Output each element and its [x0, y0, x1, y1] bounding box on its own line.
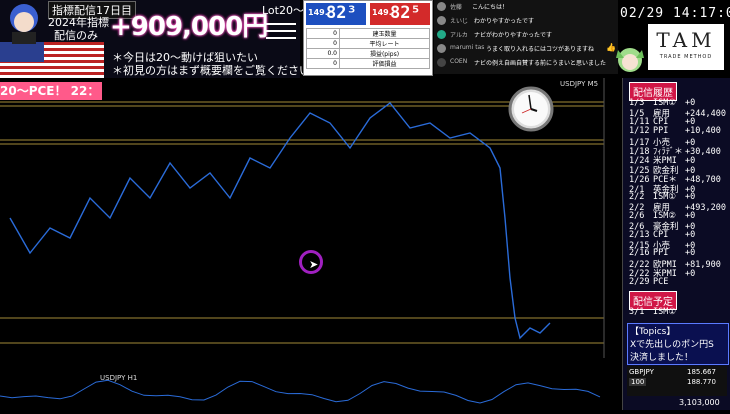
- logo-subtitle: TRADE METHOD: [659, 54, 713, 60]
- topics-title: 【Topics】: [630, 327, 676, 337]
- table-row: 0 評価損益: [306, 58, 430, 69]
- table-row: 0.0 損益(pips): [306, 48, 430, 59]
- live-chat: 佐藤 こんにちは！ えいじ わかりやすかったです アルカ ナビがわかりやすかったです …: [434, 0, 618, 74]
- topics-line: 決済しました！: [630, 353, 694, 363]
- sub-chart-canvas: [0, 379, 601, 404]
- event-date: 3/1: [629, 307, 645, 317]
- bid-button[interactable]: 149. 82³: [306, 3, 366, 25]
- user-avatar: [437, 58, 446, 67]
- lot-label: Lot20〜: [262, 4, 304, 17]
- chat-text: わかりやすかったです: [474, 18, 535, 25]
- total-pnl: +909,000円: [110, 12, 268, 42]
- sub-price-series: [0, 379, 601, 404]
- account-balance: 3,103,000: [679, 398, 720, 407]
- event-pnl: +0: [685, 269, 696, 280]
- row-label: 建玉数量: [339, 28, 430, 39]
- menu-icon: [266, 18, 296, 42]
- rate-panel: 149. 82³ 149. 82⁵ 0 建玉数量 0 平均レート 0.0 損益(pip…: [303, 0, 433, 76]
- chat-author: 佐藤: [450, 4, 463, 11]
- row-value: 0: [306, 28, 340, 39]
- date-time-display: 02/29 14:17:02: [620, 6, 730, 21]
- us-flag-image: [0, 42, 104, 78]
- row-label: 評価損益: [339, 58, 430, 69]
- clock-icon: [508, 86, 554, 132]
- event-date: 2/29: [629, 276, 650, 287]
- tam-logo: TAM TRADE METHOD: [648, 24, 724, 70]
- user-avatar: [437, 16, 446, 25]
- row-value: 0: [306, 58, 340, 69]
- user-avatar: [437, 2, 446, 11]
- chat-author: えいじ: [450, 18, 469, 25]
- price-series: [9, 102, 551, 340]
- bid-price: 82³: [326, 3, 357, 23]
- chart-symbol-label: USDJPY M5: [560, 80, 599, 88]
- event-name: ISM①: [653, 307, 676, 317]
- schedule-item: 3/1 ISM①: [629, 307, 685, 317]
- ask-prefix: 149.: [372, 8, 392, 17]
- user-avatar: [437, 30, 446, 39]
- pair-bid: 185.667: [687, 368, 716, 376]
- row-label: 損益(pips): [339, 48, 430, 59]
- history-sidebar: 配信履歴 1/3 ISM① +0 1/5 雇用 +244,400 1/11 CPI +0 1/12…: [622, 78, 730, 410]
- event-ticker: 20〜PCE！ 22：: [0, 82, 102, 100]
- event-item: 2/29 PCE: [629, 277, 685, 287]
- row-label: 平均レート: [339, 38, 430, 49]
- bid-prefix: 149.: [308, 8, 328, 17]
- chat-text: ナビの例え自画自賛する前にうまいと思いました: [474, 60, 607, 67]
- row-value: 0: [306, 38, 340, 49]
- mascot-avatar: [616, 48, 644, 72]
- event-name: PCE: [653, 276, 669, 287]
- ask-button[interactable]: 149. 82⁵: [370, 3, 430, 25]
- only-label: 配信のみ: [54, 29, 98, 42]
- pair-lot: 100: [629, 378, 647, 386]
- pair-panel: GBPJPY 100 185.667 188.770: [627, 366, 727, 396]
- topics-line: Xで先出しのポン円S: [630, 340, 714, 350]
- chat-author: アルカ: [450, 32, 468, 39]
- streamer-avatar: [10, 4, 38, 44]
- topics-box: 【Topics】 Xで先出しのポン円S 決済しました！: [627, 323, 729, 365]
- mouse-cursor-icon: ➤: [309, 258, 319, 271]
- row-value: 0.0: [306, 48, 340, 59]
- chat-text: うまく取り入れるにはコツがありますね: [486, 46, 595, 53]
- pair-name: GBPJPY: [629, 368, 654, 376]
- chat-text: こんにちは！: [472, 4, 509, 11]
- position-table: 0 建玉数量 0 平均レート 0.0 損益(pips) 0 評価損益: [306, 28, 430, 69]
- note-line: ＊初見の方はまず概要欄をご覧ください: [112, 64, 310, 77]
- user-avatar: [437, 44, 446, 53]
- logo-title: TAM: [656, 28, 716, 52]
- chat-text: ナビがわかりやすかったです: [474, 32, 553, 39]
- sub-charts: USDJPY H1: [0, 372, 622, 410]
- chat-author: COEN: [450, 58, 468, 65]
- sub-chart-title: USDJPY H1: [100, 374, 138, 382]
- table-row: 0 建玉数量: [306, 28, 430, 39]
- chat-author: marumi tas: [450, 44, 485, 51]
- ask-price: 82⁵: [390, 3, 421, 23]
- table-row: 0 平均レート: [306, 38, 430, 49]
- pair-ask: 188.770: [687, 378, 716, 386]
